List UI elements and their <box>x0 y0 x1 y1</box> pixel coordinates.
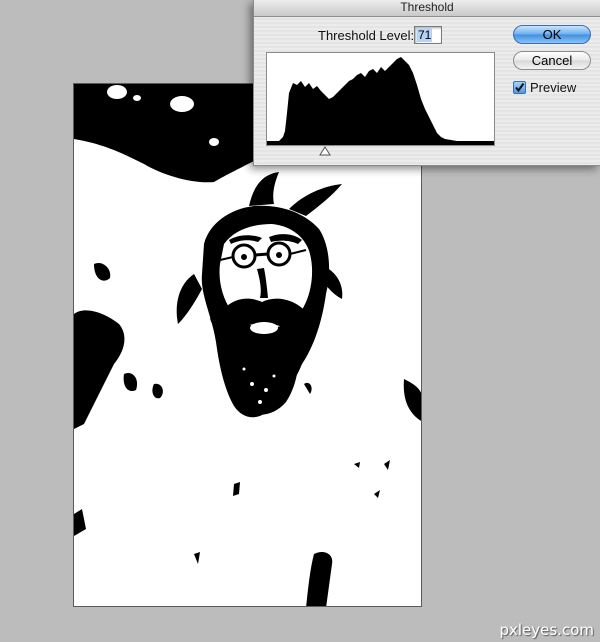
ok-button[interactable]: OK <box>513 25 591 44</box>
cancel-button[interactable]: Cancel <box>513 51 591 70</box>
threshold-dialog: Threshold Threshold Level: 71 OK Cancel … <box>253 0 600 166</box>
threshold-level-label: Threshold Level: <box>318 28 415 43</box>
checkmark-icon <box>515 82 525 93</box>
dialog-titlebar[interactable]: Threshold <box>254 0 600 17</box>
histogram-display <box>266 52 495 146</box>
threshold-slider[interactable] <box>266 146 495 159</box>
slider-handle-icon[interactable] <box>319 146 331 156</box>
histogram-chart <box>267 57 494 145</box>
preview-checkbox[interactable] <box>513 81 526 94</box>
threshold-level-input[interactable]: 71 <box>414 26 442 44</box>
threshold-level-value: 71 <box>417 28 433 42</box>
watermark-logo: pxleyes.com <box>499 621 594 639</box>
preview-label[interactable]: Preview <box>530 80 576 95</box>
